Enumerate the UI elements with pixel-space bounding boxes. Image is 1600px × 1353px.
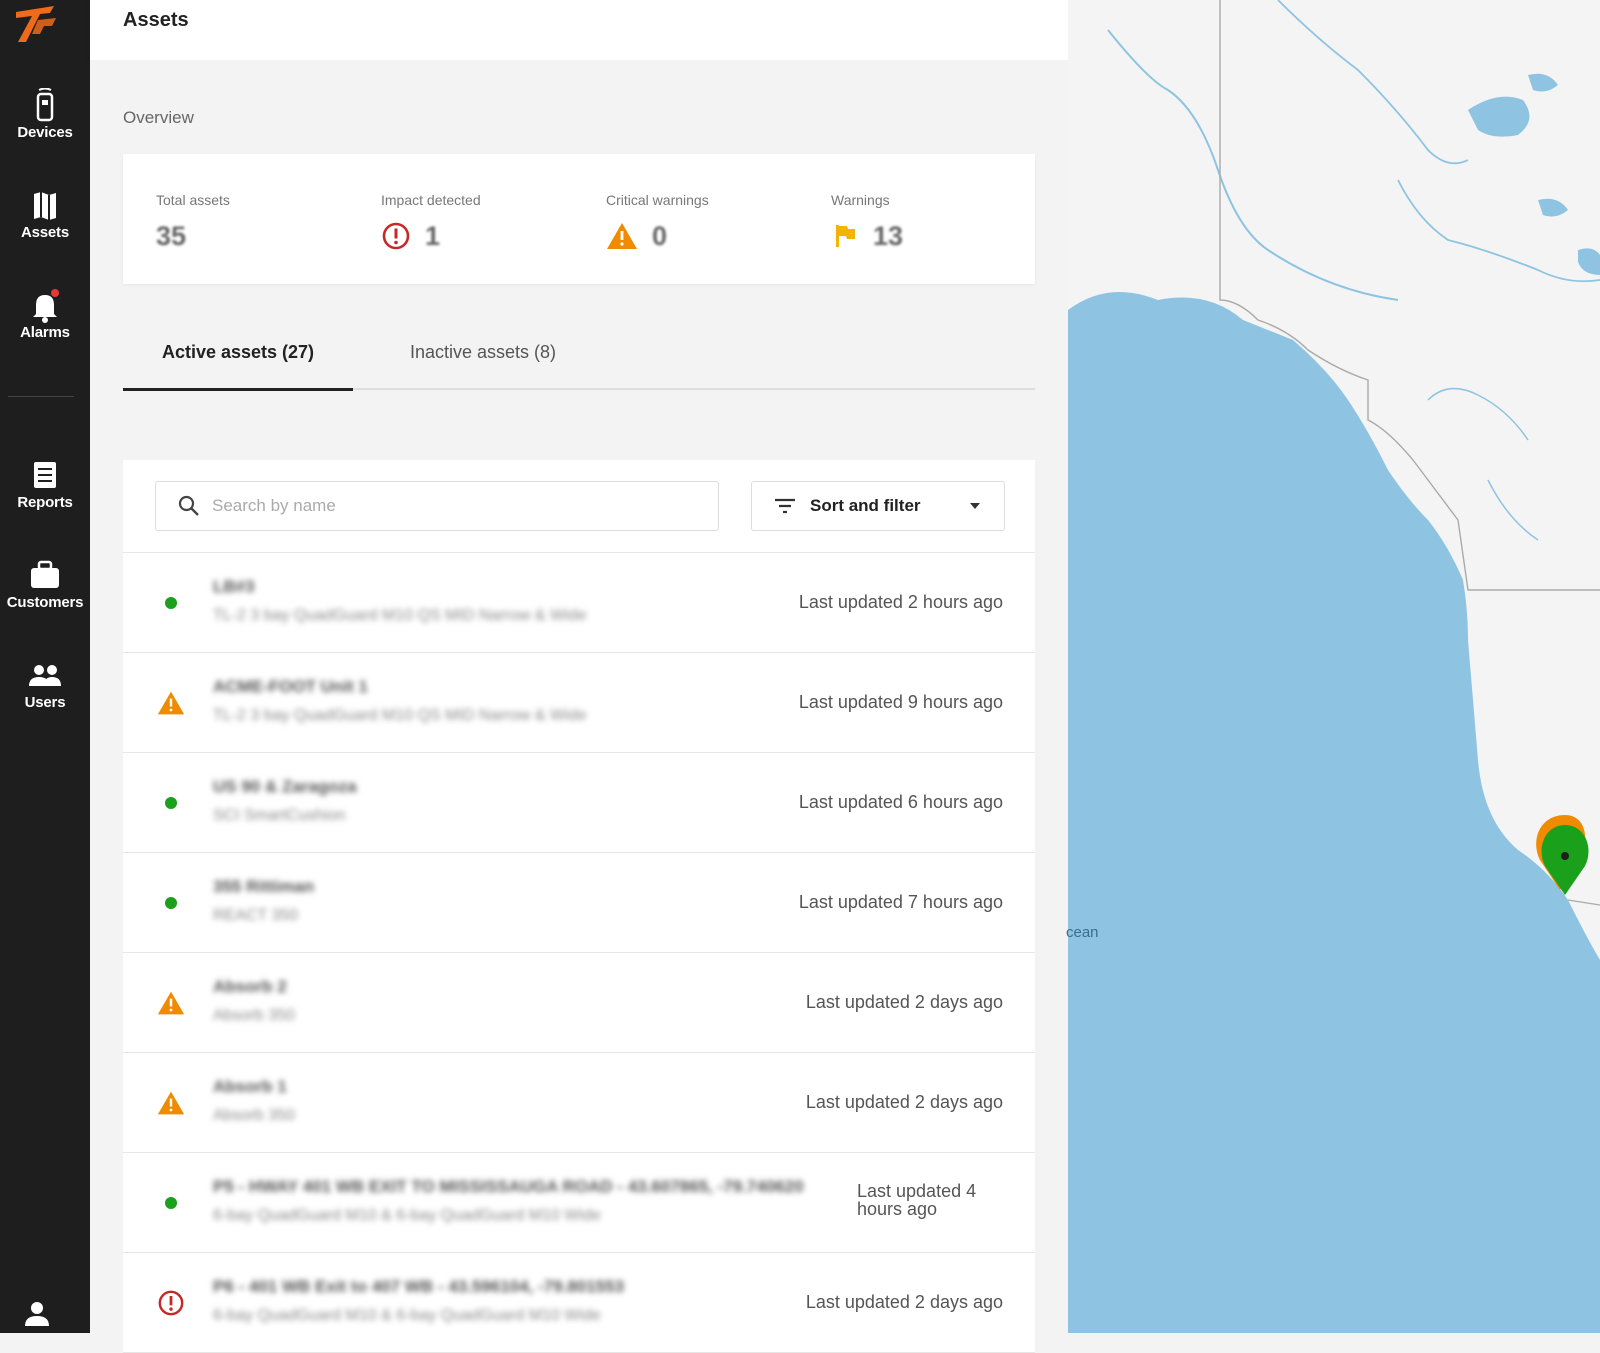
search-input[interactable] <box>210 482 704 530</box>
warning-triangle-icon <box>157 1089 185 1117</box>
asset-name: P6 - 401 WB Exit to 407 WB - 43.596104, … <box>213 1277 625 1296</box>
last-updated: Last updated 6 hours ago <box>798 792 1003 812</box>
sidebar-item-reports[interactable]: Reports <box>0 458 90 511</box>
sidebar-item-label: Customers <box>6 594 84 611</box>
impact-icon <box>157 1289 185 1317</box>
stat-value: 13 <box>873 220 904 251</box>
asset-row[interactable]: ACME-FOOT Unit 1 TL-2 3 bay QuadGuard M1… <box>123 653 1035 753</box>
sidebar-item-assets[interactable]: Assets <box>0 188 90 241</box>
chevron-down-icon <box>970 503 980 509</box>
sidebar-item-label: Alarms <box>20 324 70 341</box>
last-updated: Last updated 4 hours ago <box>857 1181 977 1219</box>
stat-label: Impact detected <box>381 192 481 208</box>
overview-card: Total assets 35 Impact detected 1 Critic… <box>123 154 1035 284</box>
asset-list-card: Sort and filter LB#3 TL-2 3 bay QuadGuar… <box>123 460 1035 1353</box>
stat-total-assets: Total assets 35 <box>156 192 230 254</box>
status-ok-icon <box>157 589 185 617</box>
bell-icon <box>33 289 59 323</box>
users-icon <box>29 665 61 686</box>
asset-row[interactable]: P5 - HWAY 401 WB EXIT TO MISSISSAUGA ROA… <box>123 1153 1035 1253</box>
map-marker-dot <box>1561 852 1569 860</box>
last-updated: Last updated 2 days ago <box>805 992 1003 1012</box>
sidebar-item-devices[interactable]: Devices <box>0 88 90 141</box>
status-ok-icon <box>157 1189 185 1217</box>
last-updated: Last updated 7 hours ago <box>798 892 1003 912</box>
filter-icon <box>775 498 795 514</box>
asset-model: Absorb 350 <box>213 1107 295 1124</box>
list-toolbar: Sort and filter <box>123 460 1035 553</box>
map-canvas[interactable] <box>1068 0 1600 1333</box>
status-ok-icon <box>157 789 185 817</box>
report-icon <box>34 462 56 488</box>
asset-model: REACT 350 <box>213 907 299 924</box>
search-icon <box>178 495 199 516</box>
tab-inactive-assets[interactable]: Inactive assets (8) <box>383 336 583 388</box>
main-panel: Overview Total assets 35 Impact detected… <box>90 60 1068 1353</box>
sidebar: Devices Assets Alarms Reports Customers <box>0 0 90 1333</box>
warning-triangle-icon <box>157 689 185 717</box>
asset-name: LB#3 <box>213 577 255 596</box>
search-field[interactable] <box>155 481 719 531</box>
asset-name: Absorb 1 <box>213 1077 287 1096</box>
warning-triangle-icon <box>157 989 185 1017</box>
impact-icon <box>382 222 410 250</box>
stat-critical-warnings: Critical warnings 0 <box>606 192 709 254</box>
asset-row[interactable]: LB#3 TL-2 3 bay QuadGuard M10 QS MID Nar… <box>123 553 1035 653</box>
page-header: Assets <box>90 0 1068 60</box>
stat-label: Critical warnings <box>606 192 709 208</box>
sidebar-item-alarms[interactable]: Alarms <box>0 288 90 341</box>
asset-model: 6-bay QuadGuard M10 & 6-bay QuadGuard M1… <box>213 1307 601 1324</box>
last-updated: Last updated 2 hours ago <box>798 592 1003 612</box>
device-icon <box>36 88 54 122</box>
overview-title: Overview <box>123 108 194 127</box>
map-view[interactable] <box>1068 0 1600 1333</box>
sort-filter-label: Sort and filter <box>810 496 921 515</box>
last-updated: Last updated 2 days ago <box>805 1092 1003 1112</box>
asset-name: P5 - HWAY 401 WB EXIT TO MISSISSAUGA ROA… <box>213 1177 804 1196</box>
last-updated: Last updated 2 days ago <box>805 1292 1003 1312</box>
asset-list: LB#3 TL-2 3 bay QuadGuard M10 QS MID Nar… <box>123 553 1035 1353</box>
asset-row[interactable]: Absorb 1 Absorb 350 Last updated 2 days … <box>123 1053 1035 1153</box>
asset-row[interactable]: US 90 & Zaragoza SCI SmartCushion Last u… <box>123 753 1035 853</box>
account-icon[interactable] <box>22 1298 52 1328</box>
flag-icon <box>836 225 855 247</box>
asset-model: TL-2 3 bay QuadGuard M10 QS MID Narrow &… <box>213 607 587 624</box>
map-icon <box>34 192 56 220</box>
stat-warnings: Warnings 13 <box>831 192 903 254</box>
stat-label: Warnings <box>831 192 890 208</box>
asset-row[interactable]: 355 Rittiman REACT 350 Last updated 7 ho… <box>123 853 1035 953</box>
asset-name: 355 Rittiman <box>213 877 315 896</box>
warning-triangle-icon <box>607 223 637 249</box>
sidebar-item-label: Users <box>24 694 66 711</box>
asset-name: ACME-FOOT Unit 1 <box>213 677 368 696</box>
page-title: Assets <box>123 9 189 31</box>
status-ok-icon <box>157 889 185 917</box>
stat-label: Total assets <box>156 192 230 208</box>
asset-model: Absorb 350 <box>213 1007 295 1024</box>
tab-active-assets[interactable]: Active assets (27) <box>123 336 353 391</box>
map-ocean-label: cean <box>1066 924 1099 941</box>
asset-model: 6-bay QuadGuard M10 & 6-bay QuadGuard M1… <box>213 1207 601 1224</box>
sidebar-item-label: Devices <box>17 124 73 141</box>
sidebar-item-customers[interactable]: Customers <box>0 558 90 611</box>
last-updated: Last updated 9 hours ago <box>798 692 1003 712</box>
stat-impact-detected: Impact detected 1 <box>381 192 481 254</box>
sidebar-item-users[interactable]: Users <box>0 658 90 711</box>
sidebar-item-label: Assets <box>21 224 69 241</box>
sort-filter-button[interactable]: Sort and filter <box>751 481 1005 531</box>
asset-model: SCI SmartCushion <box>213 807 346 824</box>
sidebar-item-label: Reports <box>17 494 73 511</box>
stat-value: 0 <box>652 220 668 251</box>
asset-model: TL-2 3 bay QuadGuard M10 QS MID Narrow &… <box>213 707 587 724</box>
sidebar-divider <box>8 396 74 397</box>
asset-tabs: Active assets (27) Inactive assets (8) <box>123 336 1035 391</box>
asset-row[interactable]: P6 - 401 WB Exit to 407 WB - 43.596104, … <box>123 1253 1035 1353</box>
asset-name: US 90 & Zaragoza <box>213 777 357 796</box>
stat-value: 35 <box>156 220 187 251</box>
asset-row[interactable]: Absorb 2 Absorb 350 Last updated 2 days … <box>123 953 1035 1053</box>
asset-name: Absorb 2 <box>213 977 287 996</box>
logo-icon[interactable] <box>10 4 62 44</box>
stat-value: 1 <box>425 220 441 251</box>
briefcase-icon <box>31 560 59 588</box>
